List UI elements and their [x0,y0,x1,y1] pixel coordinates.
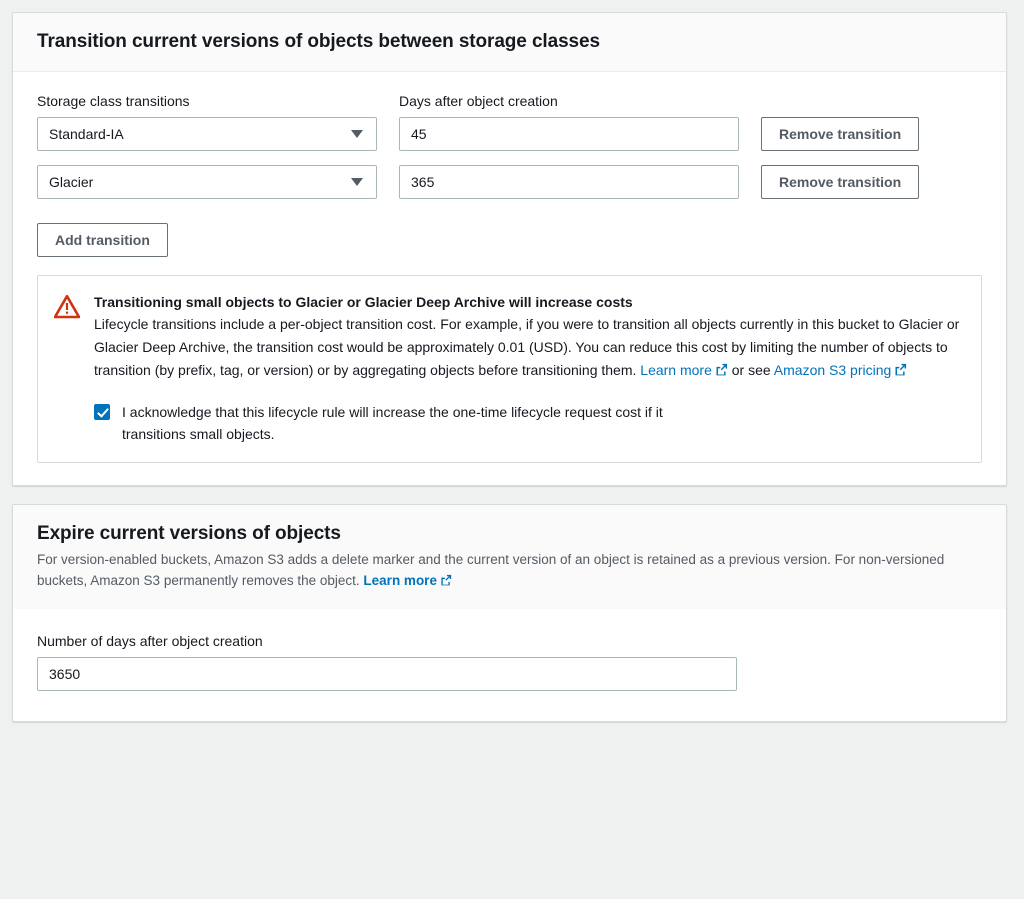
days-input-1[interactable] [399,164,739,199]
transition-column-labels: Storage class transitions Days after obj… [37,92,982,110]
expire-panel-title: Expire current versions of objects [37,522,341,544]
external-link-icon [894,360,907,383]
learn-more-link[interactable]: Learn more [640,362,712,378]
expire-panel-description: For version-enabled buckets, Amazon S3 a… [37,550,982,592]
expire-panel: Expire current versions of objects For v… [12,503,1007,723]
chevron-down-icon [351,177,363,186]
warning-triangle-icon [53,294,81,320]
alert-text: Lifecycle transitions include a per-obje… [94,313,963,382]
days-input-0[interactable] [399,116,739,151]
page-root: Transition current versions of objects b… [0,0,1024,899]
add-transition-button[interactable]: Add transition [37,222,168,257]
external-link-icon [715,360,728,383]
chevron-down-icon [351,129,363,138]
alert-text-middle: or see [727,361,774,378]
expire-learn-more-link[interactable]: Learn more [363,573,437,588]
expire-panel-body: Number of days after object creation [13,609,1006,721]
acknowledge-label: I acknowledge that this lifecycle rule w… [122,404,663,443]
transition-row: Glacier Remove transition [37,164,982,199]
transition-panel: Transition current versions of objects b… [12,12,1007,486]
acknowledge-row: I acknowledge that this lifecycle rule w… [94,401,963,445]
days-after-creation-label: Days after object creation [399,92,558,109]
remove-transition-button-1[interactable]: Remove transition [761,164,920,199]
transition-row: Standard-IA Remove transition [37,116,982,151]
amazon-s3-pricing-link[interactable]: Amazon S3 pricing [774,362,892,378]
expire-description-text: For version-enabled buckets, Amazon S3 a… [37,552,945,588]
alert-body: Transitioning small objects to Glacier o… [94,292,963,446]
transition-panel-title: Transition current versions of objects b… [37,31,600,52]
storage-class-select-1[interactable]: Glacier [37,164,377,199]
storage-class-value-1: Glacier [49,173,94,190]
expire-days-input[interactable] [37,657,737,692]
alert-title: Transitioning small objects to Glacier o… [94,293,633,310]
acknowledge-checkbox[interactable] [94,404,110,421]
transition-panel-body: Storage class transitions Days after obj… [13,72,1006,485]
storage-class-label: Storage class transitions [37,92,190,109]
storage-class-select-0[interactable]: Standard-IA [37,116,377,151]
expire-panel-header: Expire current versions of objects For v… [13,504,1006,610]
external-link-icon [440,572,452,593]
expire-days-label: Number of days after object creation [37,633,263,650]
remove-transition-button-0[interactable]: Remove transition [761,116,920,151]
storage-class-value-0: Standard-IA [49,125,124,142]
transition-panel-header: Transition current versions of objects b… [13,13,1006,72]
cost-warning-alert: Transitioning small objects to Glacier o… [37,274,982,463]
